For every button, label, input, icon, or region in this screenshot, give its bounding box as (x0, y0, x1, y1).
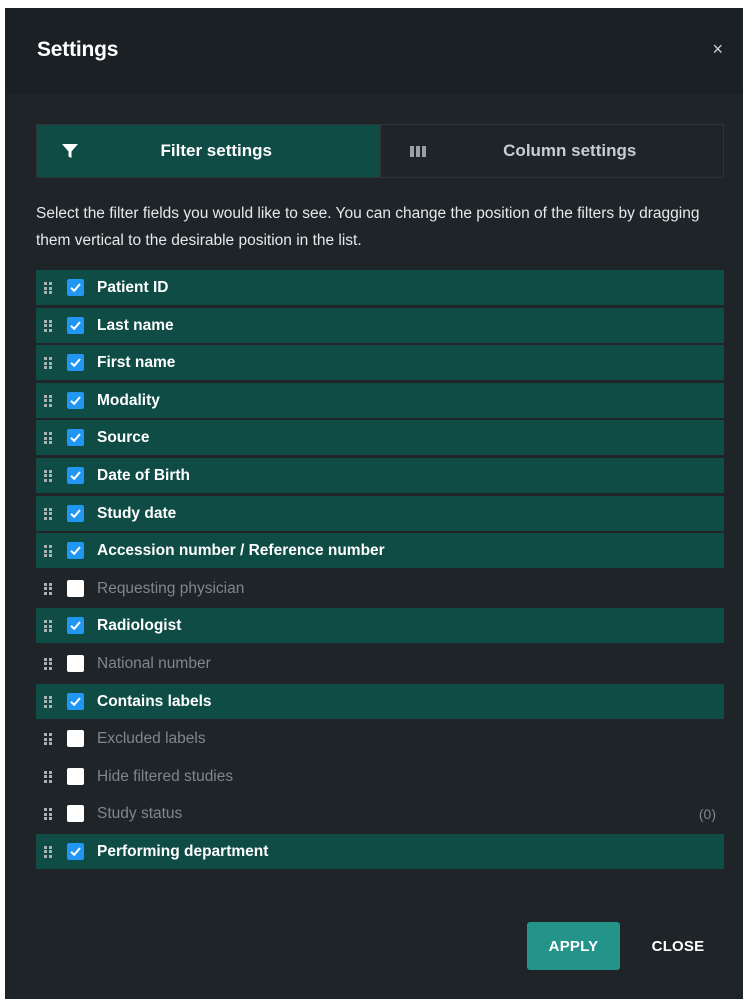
filter-label: Source (97, 429, 150, 447)
drag-handle-icon[interactable] (44, 282, 54, 294)
filter-row[interactable]: Source (36, 420, 724, 456)
filter-row[interactable]: Modality (36, 382, 724, 418)
drag-handle-icon[interactable] (44, 357, 54, 370)
drag-handle-icon[interactable] (44, 469, 54, 482)
drag-handle-icon[interactable] (44, 507, 54, 520)
drag-handle-icon[interactable] (44, 695, 54, 708)
filter-label: Last name (97, 316, 174, 334)
drag-handle-icon[interactable] (44, 582, 54, 595)
filter-row[interactable]: Excluded labels (36, 721, 724, 756)
filter-count: (0) (698, 806, 716, 823)
filter-checkbox[interactable] (67, 767, 84, 785)
dialog-header: Settings × (5, 8, 743, 94)
filter-row[interactable]: Study status (0) (36, 796, 724, 831)
check-icon (70, 396, 81, 406)
drag-handle-icon[interactable] (44, 620, 54, 633)
drag-handle-icon[interactable] (44, 770, 54, 783)
filter-checkbox[interactable] (67, 429, 84, 447)
check-icon (70, 320, 81, 330)
filter-label: Modality (97, 391, 160, 409)
check-icon (70, 471, 81, 481)
filter-label: Hide filtered studies (97, 767, 234, 785)
check-icon (70, 621, 81, 631)
drag-handle-icon[interactable] (44, 733, 54, 746)
filter-label: First name (97, 354, 176, 372)
filter-label: Radiologist (97, 617, 182, 635)
filter-row[interactable]: National number (36, 646, 724, 681)
check-icon (70, 283, 81, 293)
filter-label: Study date (97, 504, 177, 522)
filter-checkbox[interactable] (67, 354, 84, 372)
filter-row[interactable]: Performing department (36, 833, 724, 869)
filter-label: Excluded labels (97, 730, 206, 748)
filter-checkbox[interactable] (67, 842, 84, 860)
filter-label: Requesting physician (97, 579, 245, 597)
tab-filter-settings[interactable]: Filter settings (37, 125, 380, 177)
close-button[interactable]: CLOSE (633, 922, 723, 970)
filter-row[interactable]: Hide filtered studies (36, 759, 724, 794)
filter-label: Performing department (97, 842, 269, 860)
check-icon (70, 546, 81, 556)
filter-checkbox[interactable] (67, 542, 84, 560)
drag-handle-icon[interactable] (44, 657, 54, 670)
filter-checkbox[interactable] (67, 692, 84, 710)
tab-column-settings[interactable]: Column settings (379, 125, 723, 177)
filter-label: Patient ID (97, 279, 169, 296)
tab-label: Column settings (503, 141, 637, 160)
settings-tabs: Filter settings Column settings (36, 124, 724, 178)
check-icon (70, 508, 81, 518)
filter-list: Patient ID Last name First name Modality Sou… (36, 270, 724, 872)
filter-label: Accession number / Reference number (97, 542, 385, 560)
filter-checkbox[interactable] (67, 316, 84, 334)
filter-row[interactable]: Patient ID (36, 270, 724, 305)
close-icon[interactable]: × (712, 40, 723, 58)
filter-row[interactable]: First name (36, 345, 724, 381)
settings-dialog: Settings × Filter settings Column settin… (5, 8, 743, 999)
filter-row[interactable]: Requesting physician (36, 571, 724, 606)
check-icon (70, 696, 81, 706)
check-icon (70, 433, 81, 443)
filter-row[interactable]: Date of Birth (36, 457, 724, 493)
check-icon (70, 847, 81, 857)
drag-handle-icon[interactable] (44, 845, 54, 858)
filter-row[interactable]: Accession number / Reference number (36, 533, 724, 569)
filter-label: Study status (97, 805, 183, 823)
filter-checkbox[interactable] (67, 730, 84, 748)
filter-row[interactable]: Contains labels (36, 683, 724, 719)
filter-checkbox[interactable] (67, 391, 84, 409)
filter-label: Contains labels (97, 692, 212, 710)
drag-handle-icon[interactable] (44, 808, 54, 821)
filter-row[interactable]: Last name (36, 307, 724, 343)
filter-checkbox[interactable] (67, 579, 84, 597)
filter-checkbox[interactable] (67, 617, 84, 635)
check-icon (70, 358, 81, 368)
filter-checkbox[interactable] (67, 504, 84, 522)
drag-handle-icon[interactable] (44, 545, 54, 558)
filter-label: National number (97, 654, 211, 672)
filter-row[interactable]: Study date (36, 495, 724, 531)
drag-handle-icon[interactable] (44, 394, 54, 407)
apply-button[interactable]: APPLY (527, 922, 620, 970)
filter-checkbox[interactable] (67, 805, 84, 823)
drag-handle-icon[interactable] (44, 432, 54, 445)
filter-checkbox[interactable] (67, 466, 84, 484)
filter-checkbox[interactable] (67, 654, 84, 672)
tab-label: Filter settings (160, 141, 272, 160)
dialog-title: Settings (37, 38, 119, 61)
filter-label: Date of Birth (97, 466, 190, 484)
filter-row[interactable]: Radiologist (36, 608, 724, 644)
drag-handle-icon[interactable] (44, 319, 54, 332)
filter-checkbox[interactable] (67, 279, 84, 296)
filter-description: Select the filter fields you would like … (36, 205, 700, 249)
